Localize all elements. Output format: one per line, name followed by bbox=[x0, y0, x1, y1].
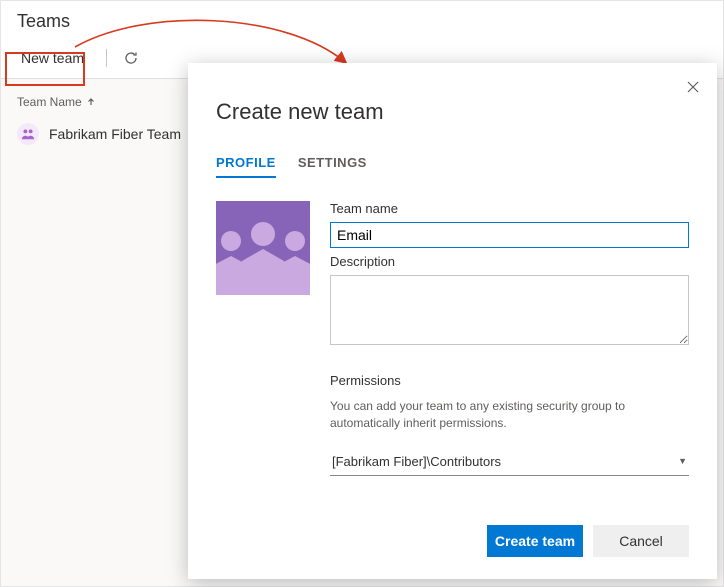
column-header-label: Team Name bbox=[17, 95, 82, 109]
team-avatar[interactable] bbox=[216, 201, 310, 295]
team-avatar-icon bbox=[17, 123, 39, 145]
toolbar-divider bbox=[106, 49, 107, 67]
close-icon bbox=[687, 81, 699, 93]
description-label: Description bbox=[330, 254, 689, 269]
description-input[interactable] bbox=[330, 275, 689, 345]
permissions-label: Permissions bbox=[330, 373, 689, 388]
form-fields: Team name Description Permissions You ca… bbox=[330, 201, 689, 507]
new-team-button[interactable]: New team bbox=[11, 44, 94, 72]
form-area: Team name Description Permissions You ca… bbox=[188, 179, 717, 507]
permissions-selected-value: [Fabrikam Fiber]\Contributors bbox=[332, 454, 501, 469]
close-button[interactable] bbox=[679, 73, 707, 101]
tab-settings[interactable]: SETTINGS bbox=[298, 149, 367, 178]
dialog-footer: Create team Cancel bbox=[188, 507, 717, 579]
chevron-down-icon: ▼ bbox=[678, 456, 687, 466]
group-avatar-icon bbox=[216, 201, 310, 295]
permissions-select[interactable]: [Fabrikam Fiber]\Contributors ▼ bbox=[330, 448, 689, 476]
dialog-tabs: PROFILE SETTINGS bbox=[188, 149, 717, 179]
tab-profile[interactable]: PROFILE bbox=[216, 149, 276, 178]
page-header: Teams bbox=[1, 1, 723, 38]
page-title: Teams bbox=[17, 11, 707, 32]
cancel-button[interactable]: Cancel bbox=[593, 525, 689, 557]
create-team-dialog: Create new team PROFILE SETTINGS Team na… bbox=[188, 63, 717, 579]
team-name-input[interactable] bbox=[330, 222, 689, 248]
sort-asc-icon bbox=[86, 97, 96, 107]
dialog-title: Create new team bbox=[188, 63, 717, 149]
team-row-name: Fabrikam Fiber Team bbox=[49, 126, 181, 142]
permissions-help-text: You can add your team to any existing se… bbox=[330, 398, 689, 432]
refresh-button[interactable] bbox=[119, 46, 143, 70]
create-team-button[interactable]: Create team bbox=[487, 525, 583, 557]
refresh-icon bbox=[123, 50, 139, 66]
team-name-label: Team name bbox=[330, 201, 689, 216]
